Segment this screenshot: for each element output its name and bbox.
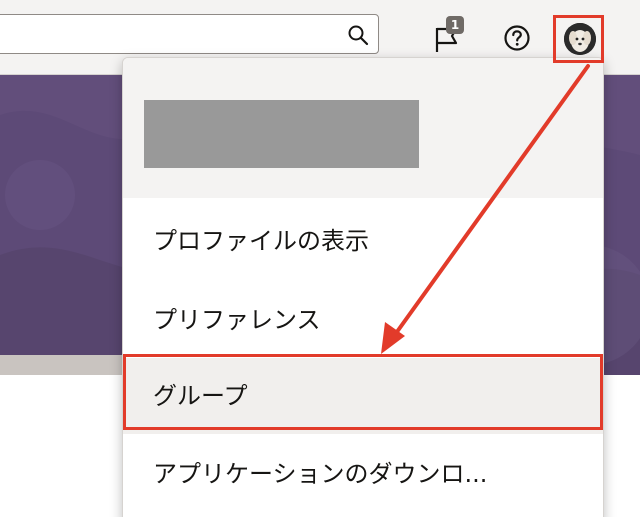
menu-item-view-profile[interactable]: プロファイルの表示 <box>123 203 603 279</box>
banner-strip <box>0 355 122 375</box>
menu-item-download-applications[interactable]: アプリケーションのダウンロ... <box>123 436 603 512</box>
menu-item-groups[interactable]: グループ <box>123 358 603 434</box>
menu-item-preferences[interactable]: プリファレンス <box>123 282 603 358</box>
user-menu-dropdown: プロファイルの表示 プリファレンス グループ アプリケーションのダウンロ... <box>122 57 604 517</box>
page: 1 プロファイルの表示 プリファレンス グループ アプリケーションのダウンロ..… <box>0 0 640 517</box>
help-icon[interactable] <box>503 24 531 52</box>
dog-avatar-icon <box>564 23 596 55</box>
user-menu-header <box>123 58 603 198</box>
search-icon[interactable] <box>346 23 370 47</box>
redacted-user-name <box>144 100 419 168</box>
search-input[interactable] <box>0 14 379 54</box>
avatar <box>564 23 596 55</box>
notification-badge: 1 <box>446 16 464 34</box>
